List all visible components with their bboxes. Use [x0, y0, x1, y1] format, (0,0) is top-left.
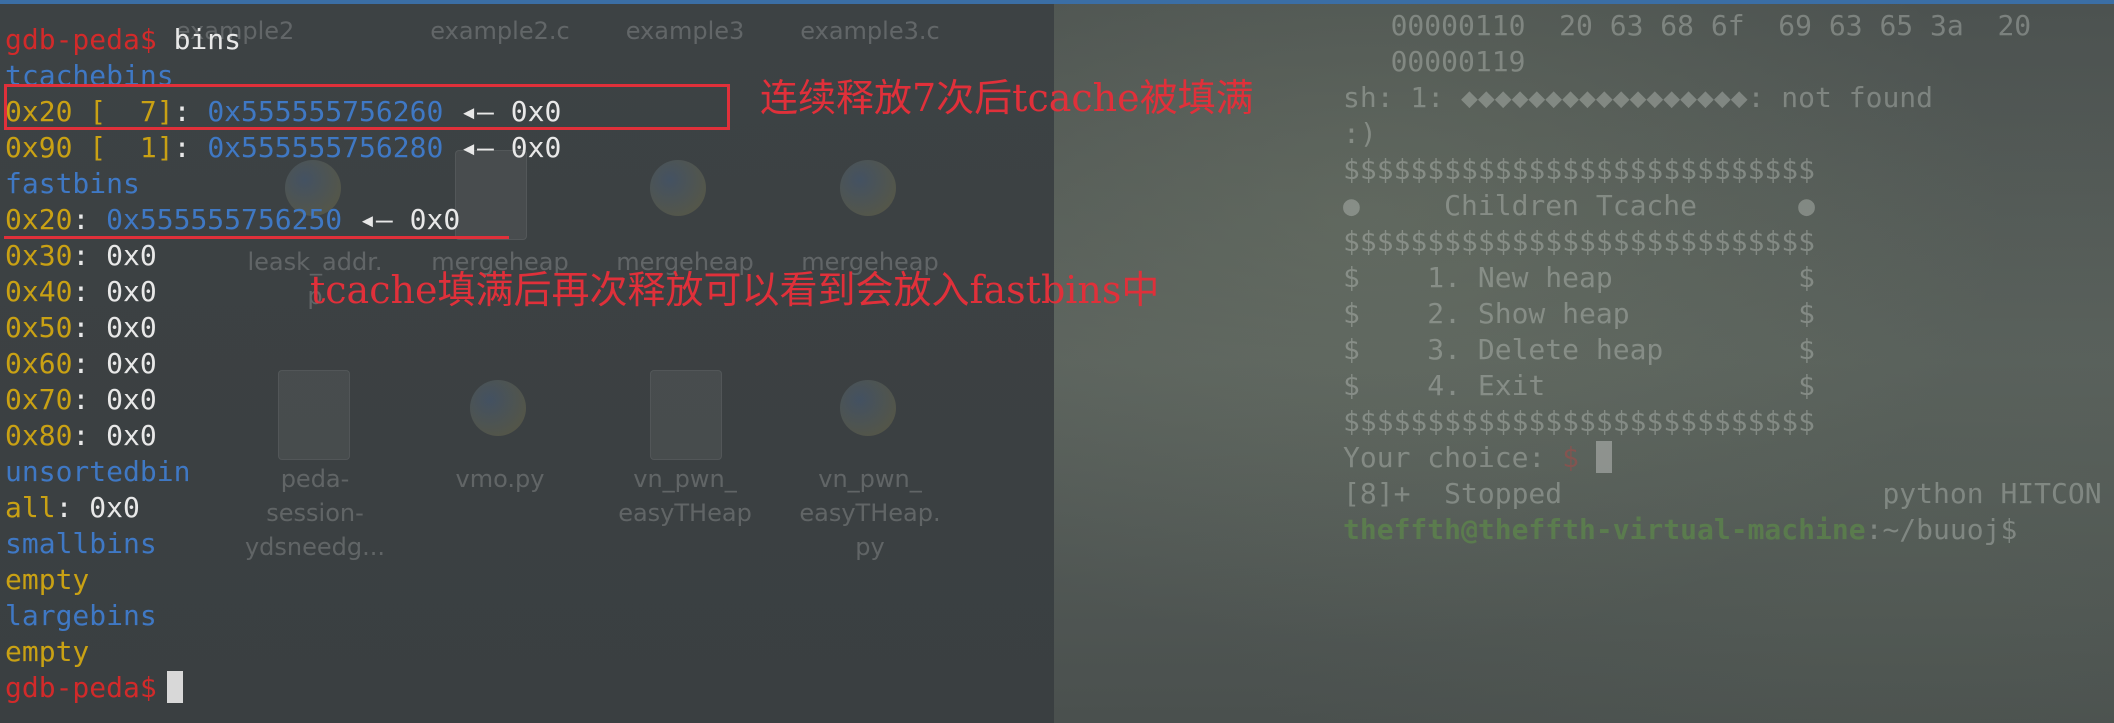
bin-size: 0x80	[5, 419, 73, 452]
icon-label-line: ydsneedg...	[244, 533, 386, 561]
bg-line: ● Children Tcache ●	[1343, 189, 1816, 222]
bin-size: 0x60	[5, 347, 73, 380]
bin-value: : 0x0	[72, 275, 157, 308]
desktop-icon-example2c: example2.c	[430, 17, 570, 45]
desktop-icon-peda-session: peda- session- ydsneedg...	[240, 462, 390, 564]
unsortedbin-header: unsortedbin	[5, 455, 191, 488]
gdb-prompt: gdb-peda$	[5, 671, 157, 704]
fastbin-row: 0x70: 0x0	[5, 382, 157, 418]
bg-cursor	[1595, 441, 1612, 473]
icon-label-line: vn_pwn_	[633, 465, 737, 493]
bin-size: 0x30	[5, 239, 73, 272]
fastbin-row-0x20: 0x20: 0x555555756250 ◂— 0x0	[5, 202, 460, 238]
fastbin-annotation: tcache填满后再次释放可以看到会放入fastbins中	[310, 268, 1160, 312]
unsorted-label: all	[5, 491, 56, 524]
bg-line: $ 1. New heap $	[1343, 261, 1816, 294]
smallbins-header: smallbins	[5, 527, 157, 560]
command-text: bins	[173, 23, 242, 56]
bg-line: $$$$$$$$$$$$$$$$$$$$$$$$$$$$	[1343, 153, 1816, 186]
bin-value: : 0x0	[72, 311, 157, 344]
fastbin-row: 0x50: 0x0	[5, 310, 157, 346]
colon: :	[72, 203, 90, 236]
chunk-address: 0x555555756280	[207, 131, 444, 164]
bin-size: 0x20	[5, 203, 73, 236]
bin-count: [ 1]	[89, 131, 174, 164]
chunk-address: 0x555555756250	[106, 203, 343, 236]
bin-value: : 0x0	[72, 419, 157, 452]
icon-label-line: easyTHeap.	[799, 499, 941, 527]
bin-value: : 0x0	[72, 347, 157, 380]
desktop-icon-vmo-py: vmo.py	[455, 465, 545, 493]
bin-value: : 0x0	[72, 239, 157, 272]
bin-size: 0x90	[5, 131, 73, 164]
icon-label-line: py	[855, 533, 885, 561]
smallbins-value: empty	[5, 563, 90, 596]
bg-line: sh: 1: ◆◆◆◆◆◆◆◆◆◆◆◆◆◆◆◆◆: not found	[1343, 81, 1934, 114]
bg-line: $ 3. Delete heap $	[1343, 333, 1816, 366]
fastbin-row: 0x60: 0x0	[5, 346, 157, 382]
next-pointer: 0x0	[510, 131, 562, 164]
python-file-icon	[470, 380, 526, 436]
python-file-icon	[840, 380, 896, 436]
icon-label-line: easyTHeap	[618, 499, 752, 527]
bg-line: 00000110 20 63 68 6f 69 63 65 3a 20	[1340, 9, 2032, 42]
icon-label-line: vn_pwn_	[818, 465, 922, 493]
fastbin-underline	[4, 236, 509, 239]
text-cursor	[166, 671, 183, 703]
bg-line: $ 2. Show heap $	[1343, 297, 1816, 330]
window-top-border	[0, 0, 2114, 4]
fastbins-header: fastbins	[5, 167, 140, 200]
command-line: gdb-peda$ bins	[5, 22, 241, 58]
gdb-prompt: gdb-peda$	[5, 23, 157, 56]
bg-user-host: theffth@theffth-virtual-machine	[1343, 513, 1866, 546]
bg-prompt-line: theffth@theffth-virtual-machine:~/buuoj$	[1343, 512, 2017, 548]
bg-line: :)	[1343, 117, 1377, 150]
bg-line: $ 4. Exit $	[1343, 369, 1816, 402]
next-pointer: 0x0	[409, 203, 461, 236]
bg-line: $$$$$$$$$$$$$$$$$$$$$$$$$$$$	[1343, 405, 1816, 438]
fastbin-row: 0x40: 0x0	[5, 274, 157, 310]
bg-cwd: :~/buuoj$	[1865, 513, 2018, 546]
colon: :	[173, 131, 191, 164]
icon-label-line: session-	[266, 499, 364, 527]
desktop-icon-example3c: example3.c	[800, 17, 940, 45]
file-icon	[650, 370, 722, 460]
desktop-icon-vn-pwn: vn_pwn_ easyTHeap	[610, 462, 760, 530]
bin-size: 0x40	[5, 275, 73, 308]
file-icon	[278, 370, 350, 460]
desktop-icon-example3: example3	[625, 17, 745, 45]
tcache-row-0x90: 0x90 [ 1]: 0x555555756280 ◂— 0x0	[5, 130, 561, 166]
bin-value: : 0x0	[72, 383, 157, 416]
arrow-icon: ◂—	[460, 131, 494, 164]
fastbin-row: 0x80: 0x0	[5, 418, 157, 454]
bg-line: $$$$$$$$$$$$$$$$$$$$$$$$$$$$	[1343, 225, 1816, 258]
largebins-header: largebins	[5, 599, 157, 632]
largebins-value: empty	[5, 635, 90, 668]
bin-size: 0x70	[5, 383, 73, 416]
bg-line: 00000119	[1340, 45, 1526, 78]
unsorted-value: : 0x0	[55, 491, 140, 524]
python-file-icon	[840, 160, 896, 216]
arrow-icon: ◂—	[359, 203, 393, 236]
fastbin-row: 0x30: 0x0	[5, 238, 157, 274]
tcache-highlight-box	[4, 84, 730, 130]
unsortedbin-row: all: 0x0	[5, 490, 140, 526]
final-prompt-line[interactable]: gdb-peda$	[5, 670, 183, 706]
bin-size: 0x50	[5, 311, 73, 344]
bg-choice-dollar: $	[1562, 441, 1580, 474]
bg-choice-line: Your choice: $	[1343, 440, 1612, 476]
desktop-icon-vn-pwn-py: vn_pwn_ easyTHeap. py	[795, 462, 945, 564]
tcache-annotation: 连续释放7次后tcache被填满	[760, 76, 1254, 120]
icon-label-line: peda-	[280, 465, 350, 493]
bg-job-line: [8]+ Stopped python HITCON	[1343, 477, 2102, 510]
python-file-icon	[650, 160, 706, 216]
bg-choice-text: Your choice:	[1343, 441, 1563, 474]
